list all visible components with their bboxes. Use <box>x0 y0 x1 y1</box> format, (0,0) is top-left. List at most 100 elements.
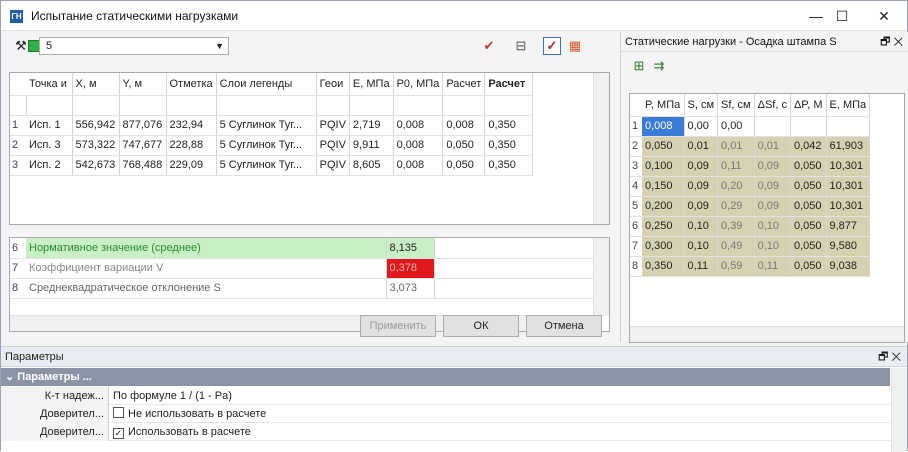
table-cell[interactable]: 9,911 <box>349 135 394 156</box>
table-cell[interactable]: 0,200 <box>642 196 685 217</box>
column-header[interactable]: X, м <box>72 73 120 96</box>
table-row[interactable]: 8 0,350 0,11 0,59 0,11 0,050 9,038 <box>630 256 871 277</box>
table-cell[interactable]: 573,322 <box>72 135 120 156</box>
table-cell[interactable]: 0,350 <box>484 135 534 156</box>
table-cell[interactable]: 0,350 <box>484 115 534 136</box>
filter-cell[interactable] <box>166 95 217 116</box>
table-cell[interactable]: 229,09 <box>166 155 217 176</box>
filter-cell[interactable] <box>349 95 394 116</box>
table-cell[interactable]: 0,050 <box>790 196 827 217</box>
parameter-row[interactable]: Доверител... Не использовать в расчете <box>1 405 890 423</box>
parameter-value[interactable]: ✓ Использовать в расчете <box>113 423 251 441</box>
close-button[interactable]: ✕ <box>861 1 907 31</box>
column-header[interactable]: Расчет <box>484 73 534 96</box>
table-cell[interactable]: 0,59 <box>717 256 755 277</box>
table-cell[interactable]: Исп. 3 <box>26 135 73 156</box>
filter-cell[interactable] <box>484 95 534 116</box>
table-cell[interactable] <box>790 116 827 137</box>
column-header[interactable]: Y, м <box>119 73 167 96</box>
statistic-value[interactable]: 3,073 <box>386 278 435 299</box>
table-cell[interactable]: 0,300 <box>642 236 685 257</box>
table-cell[interactable]: 0,11 <box>754 256 791 277</box>
column-header[interactable]: ΔP, М <box>790 94 827 117</box>
table-cell[interactable]: 232,94 <box>166 115 217 136</box>
hammer-tools-icon[interactable]: ⚒ <box>13 38 29 54</box>
column-header[interactable]: Sf, см <box>717 94 755 117</box>
table-row[interactable]: 4 0,150 0,09 0,20 0,09 0,050 10,301 <box>630 176 871 197</box>
filter-icon[interactable]: ⊟ <box>513 38 529 54</box>
table-cell[interactable]: 5 Суглинок Туг... <box>216 115 317 136</box>
insert-row-icon[interactable]: ⇉ <box>651 58 667 74</box>
table-cell[interactable]: 0,01 <box>717 136 755 157</box>
table-cell[interactable]: 0,00 <box>717 116 755 137</box>
table-cell[interactable]: 0,050 <box>442 155 486 176</box>
table-cell[interactable]: 0,050 <box>790 256 827 277</box>
table-cell[interactable]: 10,301 <box>826 176 871 197</box>
parameter-row[interactable]: Доверител... ✓ Использовать в расчете <box>1 423 890 441</box>
add-row-icon[interactable]: ⊞ <box>631 58 647 74</box>
table-cell[interactable]: 0,09 <box>684 196 719 217</box>
table-cell[interactable]: 8,605 <box>349 155 394 176</box>
collapse-chevron-icon[interactable]: ⌄ <box>5 371 17 383</box>
table-cell[interactable]: 0,10 <box>754 216 791 237</box>
table-cell[interactable]: 0,09 <box>754 176 791 197</box>
parameter-value[interactable]: Не использовать в расчете <box>113 405 266 423</box>
table-cell[interactable]: 5 Суглинок Туг... <box>216 135 317 156</box>
table-cell[interactable]: 877,076 <box>119 115 167 136</box>
table-cell[interactable]: 556,942 <box>72 115 120 136</box>
table-cell[interactable]: Исп. 1 <box>26 115 73 136</box>
table-cell[interactable]: 0,008 <box>393 135 444 156</box>
filter-cell[interactable] <box>442 95 486 116</box>
table-cell[interactable]: 0,050 <box>442 135 486 156</box>
table-cell[interactable]: 0,350 <box>484 155 534 176</box>
cancel-button[interactable]: Отмена <box>526 315 602 337</box>
table-cell[interactable]: 0,008 <box>393 115 444 136</box>
check-arrow-icon[interactable]: ✔ <box>481 38 497 54</box>
statistic-value[interactable]: 8,135 <box>386 238 435 259</box>
table-row[interactable]: 7 0,300 0,10 0,49 0,10 0,050 9,580 <box>630 236 871 257</box>
table-cell[interactable]: 10,301 <box>826 196 871 217</box>
column-header[interactable]: ΔSf, с <box>754 94 791 117</box>
table-row[interactable]: 6 0,250 0,10 0,39 0,10 0,050 9,877 <box>630 216 871 237</box>
column-header[interactable]: Расчет <box>442 73 486 96</box>
column-header[interactable]: Геои <box>316 73 350 96</box>
statistics-row[interactable]: 7 Коэффициент вариации V 0,378 <box>10 258 595 279</box>
filter-cell[interactable] <box>119 95 167 116</box>
column-header[interactable]: Точка и <box>26 73 73 96</box>
filter-cell[interactable] <box>216 95 317 116</box>
table-cell[interactable]: 0,050 <box>790 156 827 177</box>
table-cell[interactable]: 0,01 <box>684 136 719 157</box>
apply-button[interactable]: Применить <box>360 315 436 337</box>
table-cell[interactable]: 0,11 <box>684 256 719 277</box>
table-cell[interactable]: 9,580 <box>826 236 871 257</box>
table-row[interactable]: 1 0,008 0,00 0,00 <box>630 116 871 137</box>
table-cell[interactable] <box>754 116 791 137</box>
table-cell[interactable]: 5 Суглинок Туг... <box>216 155 317 176</box>
table-cell[interactable]: 0,042 <box>790 136 827 157</box>
filter-cell[interactable] <box>72 95 120 116</box>
table-cell[interactable]: 0,350 <box>642 256 685 277</box>
table-cell[interactable]: 0,01 <box>754 136 791 157</box>
filter-cell[interactable] <box>26 95 73 116</box>
parameter-row[interactable]: К-т надеж... По формуле 1 / (1 - Pa) <box>1 387 890 405</box>
table-cell[interactable]: 0,250 <box>642 216 685 237</box>
table-cell[interactable]: 0,050 <box>790 236 827 257</box>
table-row[interactable]: 2 Исп. 3 573,322 747,677 228,88 5 Суглинок Ту… <box>10 135 534 156</box>
table-cell[interactable]: 0,49 <box>717 236 755 257</box>
statistics-row[interactable]: 6 Нормативное значение (среднее) 8,135 <box>10 238 595 259</box>
table-cell[interactable]: 10,301 <box>826 156 871 177</box>
table-row[interactable]: 3 Исп. 2 542,673 768,488 229,09 5 Суглинок Ту… <box>10 155 534 176</box>
table-row[interactable]: 2 0,050 0,01 0,01 0,01 0,042 61,903 <box>630 136 871 157</box>
table-cell[interactable]: 0,008 <box>642 116 685 137</box>
table-cell[interactable]: 542,673 <box>72 155 120 176</box>
table-cell[interactable]: 9,038 <box>826 256 871 277</box>
table-cell[interactable]: 0,29 <box>717 196 755 217</box>
table-cell[interactable]: 0,008 <box>393 155 444 176</box>
table-cell[interactable]: PQIV <box>316 135 350 156</box>
table-cell[interactable]: 0,050 <box>790 176 827 197</box>
table-cell[interactable]: 0,20 <box>717 176 755 197</box>
checkbox-checked-icon[interactable]: ✓ <box>113 428 124 439</box>
table-cell[interactable]: 0,09 <box>684 176 719 197</box>
table-cell[interactable]: 0,09 <box>684 156 719 177</box>
pin-close-icon[interactable]: 🗗 ✕ <box>878 347 901 367</box>
